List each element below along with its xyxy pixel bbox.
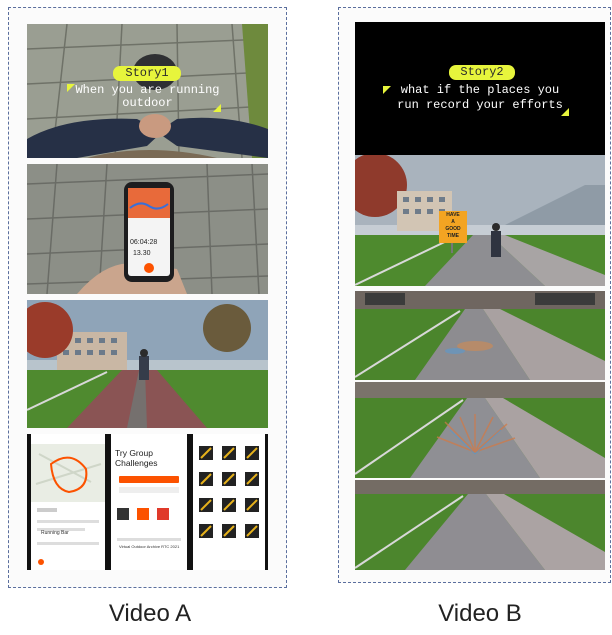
path-marks-image (355, 291, 605, 380)
story-label: Story2 (449, 65, 515, 80)
story-label: Story1 (113, 66, 181, 81)
app-bottom-title: Virtual Outdoor Archive RTC 2021 (119, 544, 180, 549)
sign-text-line1: HAVE (446, 212, 460, 218)
sign-text-line4: TIME (447, 233, 459, 239)
story-text-line2: outdoor (122, 96, 173, 110)
app-challenges-screen: Try Group Challenges Virtual Outdoor Arc… (111, 434, 187, 570)
video-a-panel: Story1 When you are running outdoor 06:0… (8, 7, 287, 588)
phone-distance-readout: 13.30 (133, 250, 151, 257)
story-corner-mark (561, 108, 569, 116)
video-b-frame-path-plain (355, 480, 605, 570)
sign-text-line3: GOOD (445, 226, 461, 232)
video-b-panel: Story2 what if the places you run record… (338, 7, 611, 583)
video-a-frame-path (27, 300, 268, 428)
video-a-frame-app-screens: Running Bar Try Group Challenges Virtual… (27, 434, 268, 570)
app-map-screen: Running Bar (31, 434, 105, 570)
video-a-frame-phone: 06:04:28 13.30 (27, 164, 268, 294)
sign-text-line2: A (451, 219, 455, 225)
video-b-frame-sign: HAVE A GOOD TIME (355, 155, 605, 286)
story-corner-mark (213, 104, 221, 112)
challenge-badges (117, 508, 181, 541)
video-b-frame-path-drawing (355, 382, 605, 478)
path-drawing-image (355, 382, 605, 478)
app-badges-screen (193, 434, 265, 570)
video-a-frame-story: Story1 When you are running outdoor (27, 24, 268, 158)
sign-path-image (355, 155, 605, 286)
badge-grid-image (199, 446, 259, 538)
video-b-caption: Video B (438, 600, 522, 627)
phone-in-hand-image (27, 164, 268, 294)
path-plain-image (355, 480, 605, 570)
route-map-image (31, 444, 105, 565)
running-path-image (27, 300, 268, 428)
video-a-caption: Video A (108, 600, 192, 627)
app-legend-word: Running Bar (41, 530, 69, 536)
video-b-frame-story: Story2 what if the places you run record… (355, 22, 605, 155)
story-text-line1: what if the places you (400, 83, 560, 97)
phone-pace-readout: 06:04:28 (130, 239, 158, 246)
video-b-frame-path-marks (355, 291, 605, 380)
